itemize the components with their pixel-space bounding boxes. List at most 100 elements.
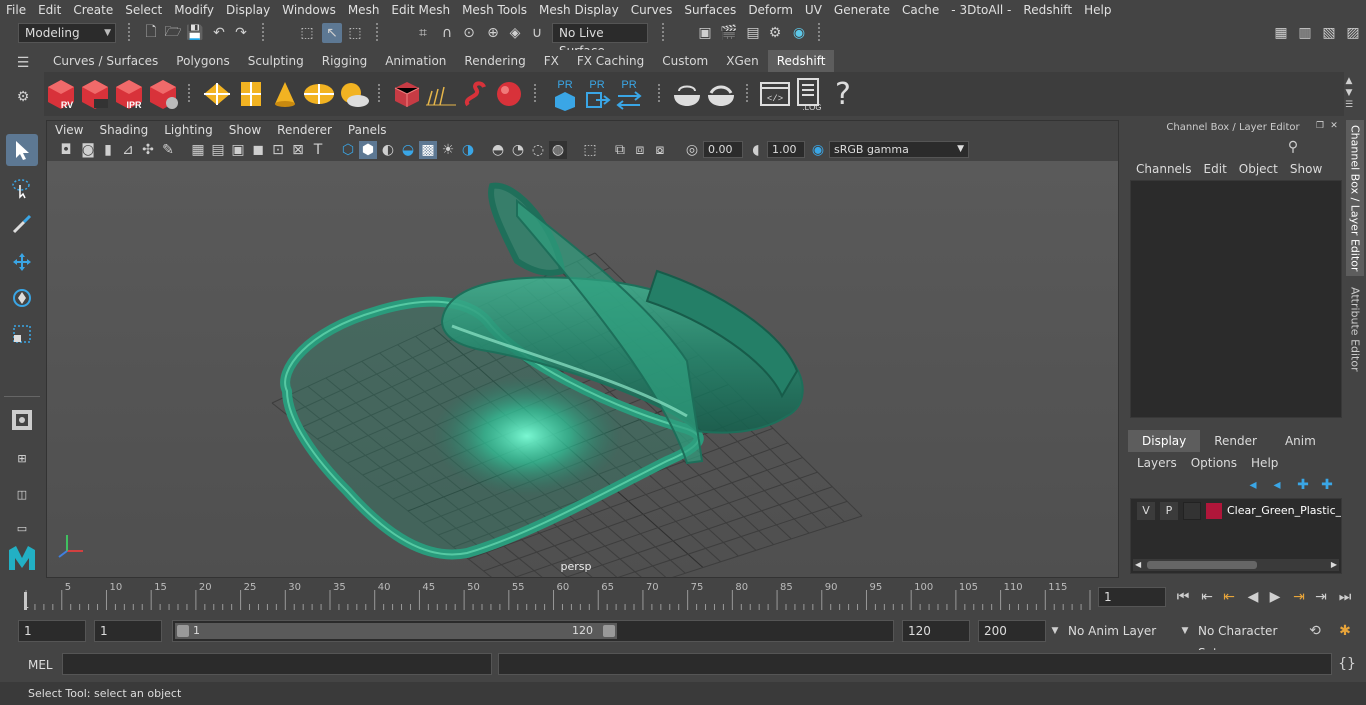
toggle-channel-box-icon[interactable]: ▨: [1344, 24, 1362, 42]
layer-tab-display[interactable]: Display: [1128, 430, 1201, 452]
channel-menu-channels[interactable]: Channels: [1130, 160, 1198, 178]
gamma-field[interactable]: 1.00: [767, 141, 805, 158]
film-gate-icon[interactable]: ▤: [209, 141, 227, 159]
menu-windows[interactable]: Windows: [276, 0, 342, 20]
open-scene-icon[interactable]: 🗁: [164, 24, 182, 42]
isolate-select-icon[interactable]: ⬚: [581, 141, 599, 159]
script-language-toggle[interactable]: MEL: [28, 654, 58, 676]
wireframe-icon[interactable]: ⬡: [339, 141, 357, 159]
redshift-volume-button[interactable]: [424, 76, 458, 112]
play-backwards-icon[interactable]: ◀: [1244, 588, 1262, 606]
pr-proxy-swap-button[interactable]: PR: [612, 76, 646, 112]
menu-surfaces[interactable]: Surfaces: [678, 0, 742, 20]
current-time-indicator[interactable]: [24, 592, 27, 610]
two-d-pan-zoom-icon[interactable]: ✣: [139, 141, 157, 159]
go-to-start-icon[interactable]: ⏮: [1174, 588, 1192, 606]
xray-active-icon[interactable]: ⧈: [631, 141, 649, 159]
panel-menu-view[interactable]: View: [47, 121, 91, 139]
layer-display-type-toggle[interactable]: [1183, 502, 1201, 520]
help-button[interactable]: ?: [826, 76, 860, 112]
side-tab-channel-box[interactable]: Channel Box / Layer Editor: [1346, 120, 1364, 276]
move-layer-down-icon[interactable]: ◂: [1268, 476, 1286, 494]
snap-view-icon[interactable]: ⊕: [484, 24, 502, 42]
playback-end-field[interactable]: 120: [902, 620, 970, 642]
auto-key-icon[interactable]: ⟲: [1306, 622, 1324, 640]
hypershade-icon[interactable]: ◉: [790, 24, 808, 42]
redshift-dome-light-button[interactable]: [302, 76, 336, 112]
render-frame-icon[interactable]: 🎬: [720, 24, 738, 42]
channel-list[interactable]: [1130, 180, 1342, 418]
shelf-tab-polygons[interactable]: Polygons: [167, 50, 239, 72]
panel-menu-lighting[interactable]: Lighting: [156, 121, 221, 139]
shelf-tab-fx-caching[interactable]: FX Caching: [567, 50, 654, 72]
menu-display[interactable]: Display: [220, 0, 276, 20]
step-forward-key-icon[interactable]: ⇥: [1312, 588, 1330, 606]
motion-blur-icon[interactable]: ◔: [509, 141, 527, 159]
menu-deform[interactable]: Deform: [742, 0, 799, 20]
menu-modify[interactable]: Modify: [168, 0, 220, 20]
render-settings-icon[interactable]: ⚙: [766, 24, 784, 42]
pr-proxy-export-button[interactable]: PR: [548, 76, 582, 112]
menu-cache[interactable]: Cache: [896, 0, 945, 20]
wireframe-on-shaded-icon[interactable]: ◐: [379, 141, 397, 159]
animation-start-field[interactable]: 1: [18, 620, 86, 642]
layer-row[interactable]: V P Clear_Green_Plastic_De: [1135, 501, 1341, 521]
textured-icon[interactable]: ◒: [399, 141, 417, 159]
ipr-render-icon[interactable]: ▤: [744, 24, 762, 42]
resolution-gate-icon[interactable]: ▣: [229, 141, 247, 159]
range-end-handle[interactable]: [603, 625, 615, 637]
undo-icon[interactable]: ↶: [210, 24, 228, 42]
redshift-proxy-button[interactable]: [390, 76, 424, 112]
channel-menu-show[interactable]: Show: [1284, 160, 1328, 178]
live-surface-field[interactable]: No Live Surface: [552, 23, 648, 58]
float-panel-icon[interactable]: ❐: [1314, 120, 1326, 132]
color-space-dropdown[interactable]: sRGB gamma ▼: [829, 141, 969, 158]
select-component-icon[interactable]: ⬚: [346, 24, 364, 42]
new-layer-icon[interactable]: ✚: [1294, 476, 1312, 494]
material-pie-button[interactable]: [704, 76, 738, 112]
xray-icon[interactable]: ▩: [419, 141, 437, 159]
ambient-occlusion-icon[interactable]: ◓: [489, 141, 507, 159]
anti-aliasing-icon[interactable]: ◌: [529, 141, 547, 159]
two-view-layout-icon[interactable]: ◫: [6, 478, 38, 510]
scale-tool-icon[interactable]: [6, 318, 38, 350]
layer-list-scrollbar[interactable]: ◀ ▶: [1133, 559, 1339, 571]
shelf-tab-custom[interactable]: Custom: [653, 50, 718, 72]
layer-menu-options[interactable]: Options: [1184, 454, 1244, 472]
snap-curve-icon[interactable]: ∩: [438, 24, 456, 42]
grease-pencil-icon[interactable]: ✎: [159, 141, 177, 159]
safe-action-icon[interactable]: ⊠: [289, 141, 307, 159]
scrollbar-thumb[interactable]: [1147, 561, 1257, 569]
menu-file[interactable]: File: [0, 0, 32, 20]
new-layer-selected-icon[interactable]: ✚: [1318, 476, 1336, 494]
shelf-tab-redshift[interactable]: Redshift: [767, 50, 835, 72]
outliner-layout-icon[interactable]: ▭: [6, 512, 38, 544]
playback-start-field[interactable]: 1: [94, 620, 162, 642]
gamma-icon[interactable]: ◖: [747, 141, 765, 159]
side-tab-attribute-editor[interactable]: Attribute Editor: [1346, 284, 1364, 374]
menu-uv[interactable]: UV: [799, 0, 828, 20]
redshift-render-view-button[interactable]: RV: [44, 76, 78, 112]
menu-curves[interactable]: Curves: [625, 0, 679, 20]
select-hierarchy-icon[interactable]: ⬚: [298, 24, 316, 42]
soft-select-icon[interactable]: [6, 404, 38, 436]
menu-mesh-display[interactable]: Mesh Display: [533, 0, 625, 20]
backface-culling-icon[interactable]: ⧇: [651, 141, 669, 159]
bookmark-icon[interactable]: ▮: [99, 141, 117, 159]
redshift-sun-sky-button[interactable]: [336, 76, 370, 112]
menu-mesh[interactable]: Mesh: [342, 0, 386, 20]
step-back-key-icon[interactable]: ⇤: [1198, 588, 1216, 606]
grid-icon[interactable]: ▦: [189, 141, 207, 159]
layer-menu-help[interactable]: Help: [1244, 454, 1285, 472]
channel-menu-object[interactable]: Object: [1233, 160, 1284, 178]
channel-box-options-icon[interactable]: ⚲: [1284, 138, 1302, 156]
layer-menu-layers[interactable]: Layers: [1130, 454, 1184, 472]
rotate-tool-icon[interactable]: [6, 282, 38, 314]
command-input[interactable]: [62, 653, 492, 675]
redshift-physical-light-button[interactable]: [268, 76, 302, 112]
menu-select[interactable]: Select: [119, 0, 168, 20]
layer-name[interactable]: Clear_Green_Plastic_De: [1227, 501, 1341, 521]
lights-icon[interactable]: ☀: [439, 141, 457, 159]
select-object-icon[interactable]: ↖: [322, 23, 342, 43]
shelf-tabs-menu-icon[interactable]: ☰: [14, 54, 32, 72]
